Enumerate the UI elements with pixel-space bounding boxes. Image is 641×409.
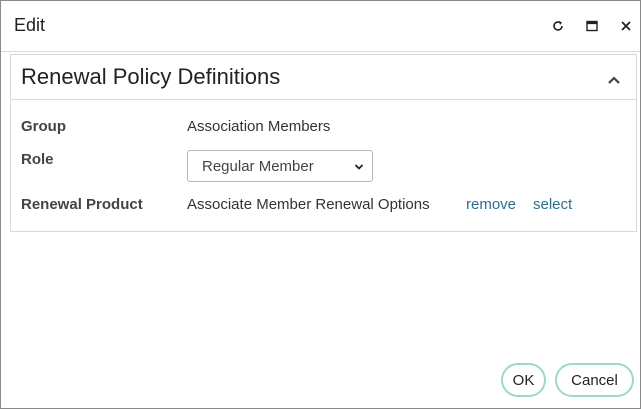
ok-button[interactable]: OK bbox=[501, 363, 546, 397]
renewal-product-value: Associate Member Renewal Options bbox=[187, 196, 430, 213]
close-button[interactable] bbox=[616, 16, 636, 36]
panel-title: Renewal Policy Definitions bbox=[21, 64, 281, 89]
close-icon bbox=[620, 20, 632, 32]
chevron-up-icon bbox=[607, 72, 621, 90]
cancel-button[interactable]: Cancel bbox=[555, 363, 634, 397]
maximize-button[interactable] bbox=[582, 16, 602, 36]
role-select-value: Regular Member bbox=[202, 157, 314, 175]
dialog-title: Edit bbox=[14, 15, 46, 35]
select-link[interactable]: select bbox=[533, 196, 572, 213]
group-value: Association Members bbox=[187, 118, 331, 135]
refresh-icon bbox=[552, 20, 564, 32]
maximize-icon bbox=[586, 20, 598, 32]
role-select[interactable]: Regular Member bbox=[187, 150, 373, 182]
role-label: Role bbox=[21, 151, 54, 168]
renewal-product-label: Renewal Product bbox=[21, 196, 143, 213]
group-label: Group bbox=[21, 118, 66, 135]
edit-dialog: Edit Renewal Policy Definitions Group As… bbox=[0, 0, 641, 409]
renewal-policy-panel: Renewal Policy Definitions Group Associa… bbox=[10, 54, 637, 232]
dialog-titlebar: Edit bbox=[1, 1, 640, 52]
refresh-button[interactable] bbox=[548, 16, 568, 36]
remove-link[interactable]: remove bbox=[466, 196, 516, 213]
collapse-button[interactable] bbox=[606, 73, 622, 89]
panel-header: Renewal Policy Definitions bbox=[11, 55, 636, 100]
chevron-down-icon bbox=[354, 158, 364, 175]
